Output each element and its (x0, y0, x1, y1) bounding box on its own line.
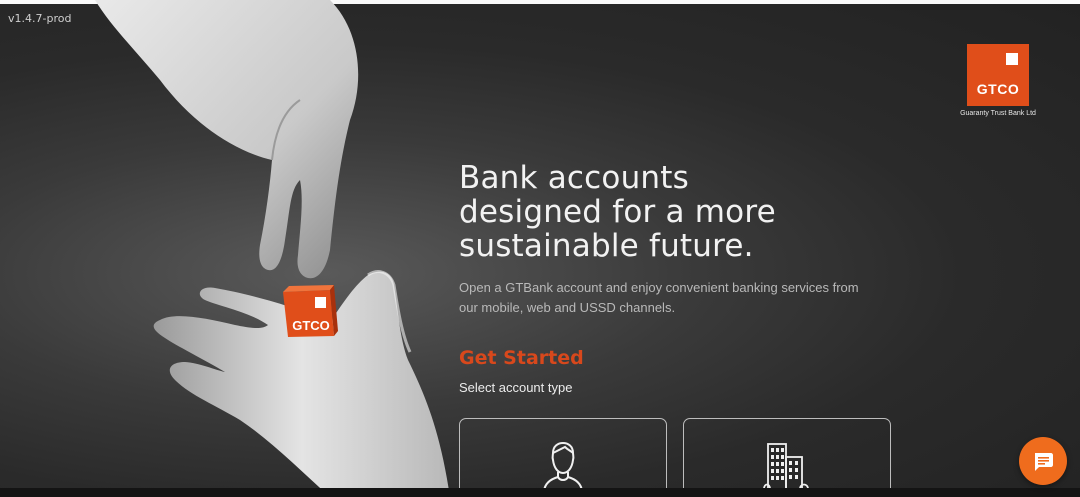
landing-page: GTCO v1.4.7-prod GTCO Guaranty Trust Ban… (0, 0, 1080, 497)
office-building-icon (762, 443, 812, 494)
headline-line-1: Bank accounts (459, 160, 689, 196)
get-started-heading: Get Started (459, 347, 584, 369)
hero-description: Open a GTBank account and enjoy convenie… (459, 278, 889, 318)
version-label: v1.4.7-prod (8, 12, 72, 25)
chat-button[interactable] (1019, 437, 1067, 485)
headline-line-3: sustainable future. (459, 228, 754, 264)
hero-headline: Bank accounts designed for a more sustai… (459, 161, 879, 263)
personal-account-card[interactable] (459, 418, 667, 497)
svg-text:GTCO: GTCO (292, 318, 330, 333)
brand-logo[interactable]: GTCO Guaranty Trust Bank Ltd (948, 44, 1048, 117)
select-account-type-label: Select account type (459, 380, 573, 395)
gtco-logo-icon: GTCO (967, 44, 1029, 106)
logo-tagline: Guaranty Trust Bank Ltd (960, 110, 1036, 117)
description-line-1: Open a GTBank account and enjoy convenie… (459, 280, 859, 295)
description-line-2: our mobile, web and USSD channels. (459, 300, 676, 315)
logo-square (1006, 53, 1018, 65)
bottom-bar (0, 488, 1080, 497)
logo-text: GTCO (976, 81, 1020, 97)
headline-line-2: designed for a more (459, 194, 776, 230)
chat-icon (1035, 453, 1053, 471)
business-account-card[interactable] (683, 418, 891, 497)
gtco-cube-icon: GTCO (283, 285, 338, 337)
person-icon (542, 441, 584, 492)
